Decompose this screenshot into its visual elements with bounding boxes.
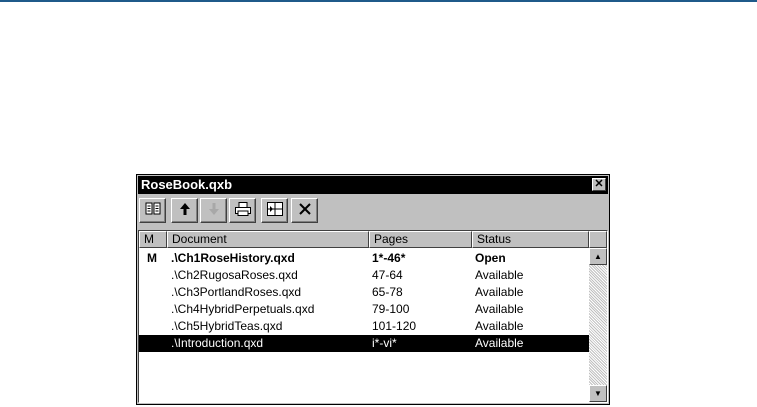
cell-document: .\Introduction.qxd <box>171 336 264 350</box>
top-rule <box>0 0 757 2</box>
column-header-document[interactable]: Document <box>167 231 369 248</box>
cell-status: Open <box>475 251 506 265</box>
toolbar <box>139 197 607 225</box>
cell-status: Available <box>475 268 524 282</box>
book-palette: RoseBook.qxb ✕ M Document Pages Status M… <box>136 174 610 405</box>
table-row[interactable]: M .\Ch1RoseHistory.qxd 1*-46* Open <box>139 250 589 267</box>
synchronize-button[interactable] <box>261 198 288 223</box>
cell-status: Available <box>475 336 524 350</box>
table-row[interactable]: .\Ch2RugosaRoses.qxd 47-64 Available <box>139 267 589 284</box>
remove-button[interactable] <box>291 198 318 223</box>
close-button[interactable]: ✕ <box>592 178 606 191</box>
cell-document: .\Ch2RugosaRoses.qxd <box>171 268 298 282</box>
scroll-up-button[interactable]: ▲ <box>589 248 607 265</box>
title-bar[interactable]: RoseBook.qxb ✕ <box>138 176 608 194</box>
document-list[interactable]: M Document Pages Status M .\Ch1RoseHisto… <box>138 230 608 403</box>
move-up-button[interactable] <box>171 198 198 223</box>
open-book-icon <box>145 202 161 219</box>
print-button[interactable] <box>229 198 256 223</box>
cell-document: .\Ch4HybridPerpetuals.qxd <box>171 302 315 316</box>
scroll-down-button[interactable]: ▼ <box>589 385 607 402</box>
cell-pages: 79-100 <box>372 302 410 316</box>
cell-pages: 101-120 <box>372 319 417 333</box>
cell-status: Available <box>475 319 524 333</box>
printer-icon <box>234 201 251 220</box>
vertical-scrollbar[interactable]: ▲ ▼ <box>589 231 607 402</box>
cell-status: Available <box>475 285 524 299</box>
cell-pages: 65-78 <box>372 285 403 299</box>
table-row[interactable]: .\Ch4HybridPerpetuals.qxd 79-100 Availab… <box>139 301 589 318</box>
move-down-button[interactable] <box>200 198 227 223</box>
cell-pages: 1*-46* <box>372 251 406 265</box>
table-row[interactable]: .\Ch5HybridTeas.qxd 101-120 Available <box>139 318 589 335</box>
cell-document: .\Ch3PortlandRoses.qxd <box>171 285 302 299</box>
arrow-up-icon <box>179 202 190 219</box>
add-chapter-button[interactable] <box>139 198 166 223</box>
cell-document: .\Ch5HybridTeas.qxd <box>171 319 283 333</box>
window-title: RoseBook.qxb <box>141 177 233 192</box>
cell-document: .\Ch1RoseHistory.qxd <box>171 251 295 265</box>
cell-m: M <box>147 251 157 265</box>
table-row[interactable]: .\Ch3PortlandRoses.qxd 65-78 Available <box>139 284 589 301</box>
synchronize-icon <box>266 201 283 220</box>
x-icon <box>298 202 312 220</box>
column-header-m[interactable]: M <box>139 231 167 248</box>
column-header-pages[interactable]: Pages <box>369 231 472 248</box>
column-header-status[interactable]: Status <box>472 231 589 248</box>
cell-pages: 47-64 <box>372 268 403 282</box>
list-header: M Document Pages Status <box>139 231 589 248</box>
cell-pages: i*-vi* <box>372 336 397 350</box>
cell-status: Available <box>475 302 524 316</box>
table-row-selected[interactable]: .\Introduction.qxd i*-vi* Available <box>139 335 589 352</box>
arrow-down-icon <box>208 202 219 219</box>
scrollbar-header-corner <box>589 231 607 248</box>
